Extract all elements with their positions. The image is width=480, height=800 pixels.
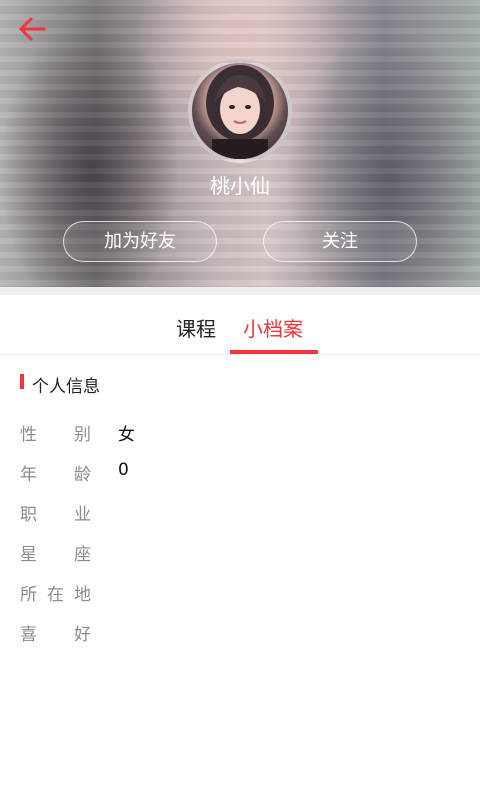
label-char: 座 xyxy=(74,545,91,565)
label-char: 喜 xyxy=(20,625,37,645)
label-char: 职 xyxy=(20,505,37,525)
label-char: 好 xyxy=(74,625,91,645)
active-tab-indicator xyxy=(230,350,318,354)
info-value: 0 xyxy=(118,460,129,480)
label-char: 龄 xyxy=(74,465,91,485)
add-friend-button[interactable]: 加为好友 xyxy=(63,221,217,262)
label-char: 性 xyxy=(20,425,37,445)
tab-bar: 课程 小档案 xyxy=(0,295,480,355)
section-title: 个人信息 xyxy=(32,377,100,397)
tab-profile[interactable]: 小档案 xyxy=(243,313,303,342)
label-char: 所 xyxy=(20,585,37,605)
label-char: 星 xyxy=(20,545,37,565)
label-char: 地 xyxy=(74,585,91,605)
follow-button[interactable]: 关注 xyxy=(263,221,417,262)
info-value: 女 xyxy=(118,425,135,445)
label-char: 别 xyxy=(74,425,91,445)
label-char: 年 xyxy=(20,465,37,485)
back-button[interactable] xyxy=(14,12,50,46)
label-char: 在 xyxy=(47,585,64,605)
label-char: 业 xyxy=(74,505,91,525)
tab-courses[interactable]: 课程 xyxy=(176,313,216,342)
avatar-image xyxy=(206,65,274,159)
section-accent-bar xyxy=(20,374,24,389)
username: 桃小仙 xyxy=(210,174,270,198)
avatar[interactable] xyxy=(188,59,292,163)
arrow-left-icon xyxy=(19,17,46,41)
divider xyxy=(0,287,480,295)
